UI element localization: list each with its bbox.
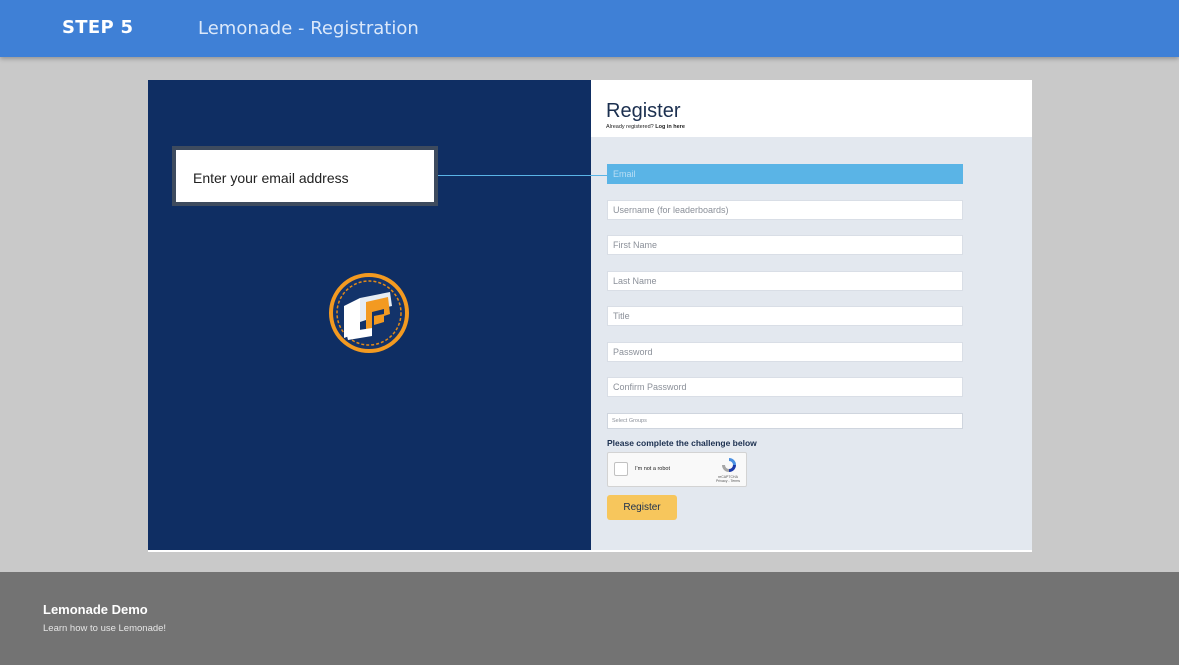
- last-name-field[interactable]: Last Name: [607, 271, 963, 291]
- footer-subtitle: Learn how to use Lemonade!: [43, 623, 167, 634]
- password-field[interactable]: Password: [607, 342, 963, 362]
- login-link[interactable]: Log in here: [655, 124, 685, 130]
- callout-connector-line: [438, 175, 610, 176]
- recaptcha-icon: [722, 458, 736, 472]
- select-groups-dropdown[interactable]: Select Groups: [607, 413, 963, 429]
- footer-bar: Lemonade Demo Learn how to use Lemonade!: [0, 572, 1179, 665]
- first-name-field[interactable]: First Name: [607, 235, 963, 255]
- step-title: Lemonade - Registration: [198, 18, 419, 39]
- username-field[interactable]: Username (for leaderboards): [607, 200, 963, 220]
- callout-text: Enter your email address: [193, 170, 349, 186]
- already-registered-text: Already registered? Log in here: [606, 124, 685, 130]
- step-label: STEP 5: [62, 17, 134, 38]
- recaptcha-links[interactable]: Privacy - Terms: [714, 479, 742, 483]
- challenge-instruction: Please complete the challenge below: [607, 438, 757, 448]
- lemonade-logo-icon: [329, 273, 409, 353]
- register-header: Register Already registered? Log in here: [591, 80, 1032, 137]
- already-registered-label: Already registered?: [606, 124, 654, 130]
- recaptcha-label: I'm not a robot: [635, 466, 670, 472]
- email-field[interactable]: Email: [607, 164, 963, 184]
- register-button[interactable]: Register: [607, 495, 677, 520]
- footer-title: Lemonade Demo: [43, 602, 148, 617]
- confirm-password-field[interactable]: Confirm Password: [607, 377, 963, 397]
- recaptcha-widget: I'm not a robot reCAPTCHA Privacy - Term…: [607, 452, 747, 487]
- top-header-bar: STEP 5 Lemonade - Registration: [0, 0, 1179, 57]
- recaptcha-brand: reCAPTCHA Privacy - Terms: [714, 475, 742, 483]
- registration-panel: Register Already registered? Log in here…: [591, 80, 1032, 550]
- recaptcha-checkbox[interactable]: [614, 462, 628, 476]
- title-field[interactable]: Title: [607, 306, 963, 326]
- register-title: Register: [606, 100, 681, 122]
- instruction-callout: Enter your email address: [172, 146, 438, 206]
